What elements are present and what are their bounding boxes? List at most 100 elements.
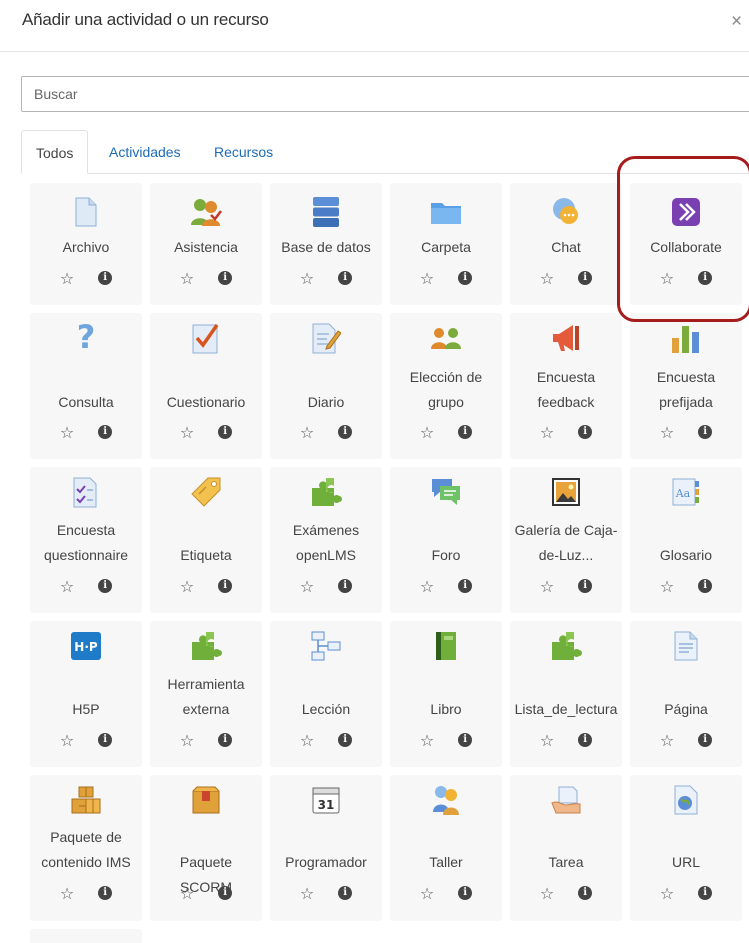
info-icon[interactable]: i — [458, 425, 473, 439]
info-icon[interactable]: i — [578, 886, 593, 900]
tab-recursos[interactable]: Recursos — [214, 130, 273, 174]
info-icon[interactable]: i — [98, 271, 113, 285]
info-icon[interactable]: i — [338, 886, 353, 900]
activity-tile[interactable]: Galería de Caja-de-Luz... ☆ i — [510, 467, 622, 613]
star-icon[interactable]: ☆ — [660, 577, 674, 597]
activity-tile[interactable] — [30, 929, 142, 943]
search-input[interactable] — [21, 76, 749, 112]
info-icon[interactable]: i — [218, 579, 233, 593]
info-icon[interactable]: i — [218, 271, 233, 285]
star-icon[interactable]: ☆ — [420, 423, 434, 443]
info-icon[interactable]: i — [578, 271, 593, 285]
activity-tile[interactable]: Herramienta externa ☆ i — [150, 621, 262, 767]
info-icon[interactable]: i — [338, 271, 353, 285]
info-icon[interactable]: i — [458, 886, 473, 900]
info-icon[interactable]: i — [458, 733, 473, 747]
info-icon[interactable]: i — [338, 733, 353, 747]
activity-tile[interactable]: Base de datos ☆ i — [270, 183, 382, 305]
activity-tile[interactable]: ? Consulta ☆ i — [30, 313, 142, 459]
activity-tile[interactable]: Encuesta feedback ☆ i — [510, 313, 622, 459]
info-icon[interactable]: i — [578, 425, 593, 439]
star-icon[interactable]: ☆ — [420, 577, 434, 597]
star-icon[interactable]: ☆ — [180, 884, 194, 904]
activity-tile[interactable]: Exámenes openLMS ☆ i — [270, 467, 382, 613]
activity-label: Encuesta prefijada — [656, 369, 716, 410]
star-icon[interactable]: ☆ — [60, 731, 74, 751]
activity-tile[interactable]: Paquete de contenido IMS ☆ i — [30, 775, 142, 921]
activity-tile[interactable]: Diario ☆ i — [270, 313, 382, 459]
star-icon[interactable]: ☆ — [540, 731, 554, 751]
activity-tile[interactable]: Archivo ☆ i — [30, 183, 142, 305]
star-icon[interactable]: ☆ — [540, 577, 554, 597]
info-icon[interactable]: i — [98, 579, 113, 593]
info-icon[interactable]: i — [698, 425, 713, 439]
star-icon[interactable]: ☆ — [60, 577, 74, 597]
activity-tile[interactable]: Chat ☆ i — [510, 183, 622, 305]
activity-tile[interactable]: Elección de grupo ☆ i — [390, 313, 502, 459]
star-icon[interactable]: ☆ — [300, 269, 314, 289]
activity-tile[interactable]: Tarea ☆ i — [510, 775, 622, 921]
info-icon[interactable]: i — [98, 733, 113, 747]
info-icon[interactable]: i — [458, 579, 473, 593]
star-icon[interactable]: ☆ — [180, 731, 194, 751]
star-icon[interactable]: ☆ — [420, 269, 434, 289]
activity-tile[interactable]: 31 Programador ☆ i — [270, 775, 382, 921]
info-icon[interactable]: i — [698, 733, 713, 747]
star-icon[interactable]: ☆ — [420, 731, 434, 751]
activity-tile[interactable]: Encuesta prefijada ☆ i — [630, 313, 742, 459]
star-icon[interactable]: ☆ — [660, 423, 674, 443]
info-icon[interactable]: i — [458, 271, 473, 285]
activity-tile[interactable]: Página ☆ i — [630, 621, 742, 767]
info-icon[interactable]: i — [98, 886, 113, 900]
star-icon[interactable]: ☆ — [300, 731, 314, 751]
info-icon[interactable]: i — [218, 425, 233, 439]
star-icon[interactable]: ☆ — [300, 884, 314, 904]
activity-tile[interactable]: Paquete SCORM ☆ i — [150, 775, 262, 921]
info-icon[interactable]: i — [338, 425, 353, 439]
star-icon[interactable]: ☆ — [660, 269, 674, 289]
star-icon[interactable]: ☆ — [60, 423, 74, 443]
star-icon[interactable]: ☆ — [180, 577, 194, 597]
star-icon[interactable]: ☆ — [660, 731, 674, 751]
star-icon[interactable]: ☆ — [60, 884, 74, 904]
activity-label: Chat — [551, 239, 581, 255]
info-icon[interactable]: i — [698, 886, 713, 900]
info-icon[interactable]: i — [578, 733, 593, 747]
star-icon[interactable]: ☆ — [180, 269, 194, 289]
info-icon[interactable]: i — [218, 886, 233, 900]
activity-tile[interactable]: Libro ☆ i — [390, 621, 502, 767]
info-icon[interactable]: i — [218, 733, 233, 747]
activity-tile[interactable]: URL ☆ i — [630, 775, 742, 921]
info-icon[interactable]: i — [338, 579, 353, 593]
activity-tile[interactable]: Foro ☆ i — [390, 467, 502, 613]
tab-actividades[interactable]: Actividades — [109, 130, 181, 174]
close-button[interactable]: × — [731, 12, 742, 32]
tab-todos[interactable]: Todos — [21, 130, 89, 174]
activity-tile[interactable]: Etiqueta ☆ i — [150, 467, 262, 613]
info-icon[interactable]: i — [698, 579, 713, 593]
activity-tile[interactable]: Collaborate ☆ i — [630, 183, 742, 305]
star-icon[interactable]: ☆ — [540, 269, 554, 289]
star-icon[interactable]: ☆ — [540, 423, 554, 443]
activity-tile[interactable]: Lista_de_lectura ☆ i — [510, 621, 622, 767]
activity-tile[interactable]: Encuesta questionnaire ☆ i — [30, 467, 142, 613]
activity-tile[interactable]: Carpeta ☆ i — [390, 183, 502, 305]
activity-tile[interactable]: H·P H5P ☆ i — [30, 621, 142, 767]
activity-tile[interactable]: Aa Glosario ☆ i — [630, 467, 742, 613]
info-icon[interactable]: i — [98, 425, 113, 439]
info-icon[interactable]: i — [698, 271, 713, 285]
activity-tile[interactable]: Cuestionario ☆ i — [150, 313, 262, 459]
star-icon[interactable]: ☆ — [60, 269, 74, 289]
puzzle-icon — [189, 629, 223, 663]
info-icon[interactable]: i — [578, 579, 593, 593]
star-icon[interactable]: ☆ — [540, 884, 554, 904]
star-icon[interactable]: ☆ — [660, 884, 674, 904]
activity-tile[interactable]: Taller ☆ i — [390, 775, 502, 921]
star-icon[interactable]: ☆ — [420, 884, 434, 904]
activity-tile[interactable]: Asistencia ☆ i — [150, 183, 262, 305]
url-icon — [669, 783, 703, 817]
star-icon[interactable]: ☆ — [300, 577, 314, 597]
star-icon[interactable]: ☆ — [180, 423, 194, 443]
star-icon[interactable]: ☆ — [300, 423, 314, 443]
activity-tile[interactable]: Lección ☆ i — [270, 621, 382, 767]
